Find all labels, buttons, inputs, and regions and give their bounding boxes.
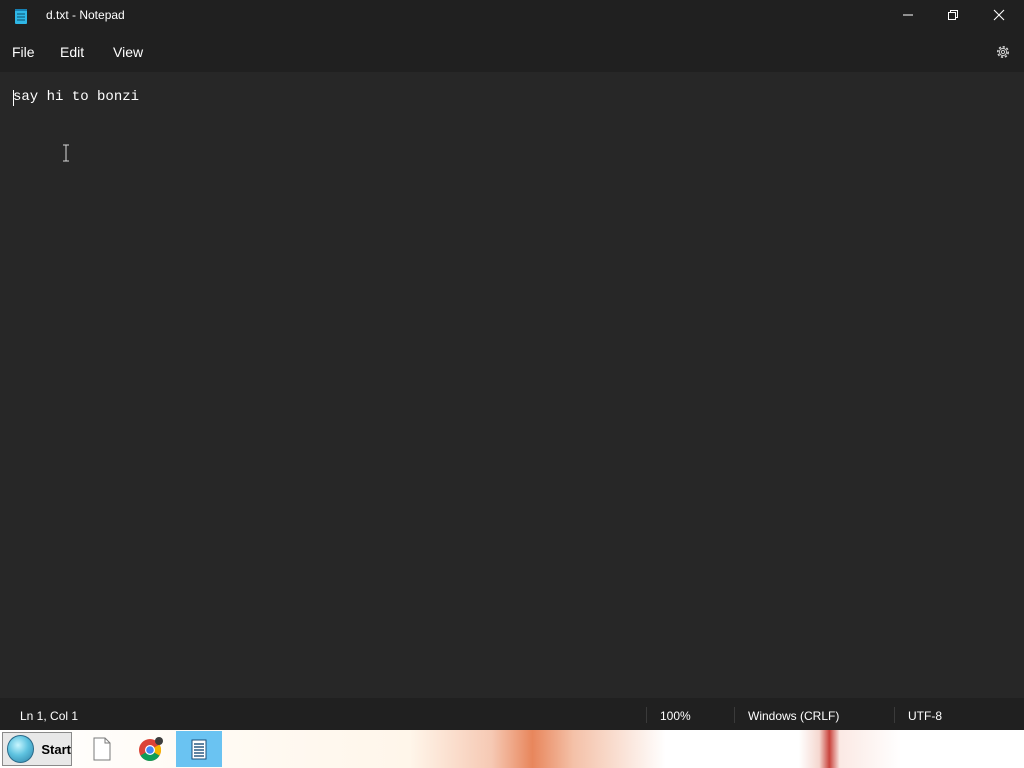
notepad-icon (191, 739, 207, 760)
status-divider (734, 707, 735, 723)
title-bar[interactable]: d.txt - Notepad (0, 0, 1024, 32)
menu-edit[interactable]: Edit (60, 44, 84, 60)
minimize-icon (903, 14, 913, 16)
taskbar: Start (0, 730, 1024, 768)
status-bar: Ln 1, Col 1 100% Windows (CRLF) UTF-8 (0, 698, 1024, 730)
blank-file-icon (93, 737, 111, 761)
close-button[interactable] (976, 0, 1022, 30)
start-button[interactable]: Start (2, 732, 72, 766)
cursor-position: Ln 1, Col 1 (20, 709, 79, 723)
file-encoding: UTF-8 (908, 709, 942, 723)
taskbar-item-chrome[interactable] (128, 731, 174, 767)
text-editor[interactable]: say hi to bonzi (0, 72, 1024, 697)
menu-view[interactable]: View (113, 44, 143, 60)
minimize-button[interactable] (885, 0, 931, 30)
notepad-icon (15, 9, 27, 24)
status-divider (894, 707, 895, 723)
line-ending: Windows (CRLF) (748, 709, 840, 723)
taskbar-item-notepad[interactable] (176, 731, 222, 767)
menu-file[interactable]: File (12, 44, 35, 60)
menu-bar: File Edit View (0, 32, 1024, 72)
editor-content: say hi to bonzi (13, 89, 140, 105)
restore-button[interactable] (930, 0, 976, 30)
notepad-window: d.txt - Notepad File Edit View say hi to… (0, 0, 1024, 730)
settings-button[interactable] (990, 42, 1016, 62)
window-title: d.txt - Notepad (46, 8, 125, 22)
zoom-level: 100% (660, 709, 691, 723)
start-orb-icon (7, 735, 35, 763)
restore-icon (948, 10, 958, 20)
status-divider (646, 707, 647, 723)
start-label: Start (41, 741, 71, 757)
gear-icon (997, 46, 1009, 58)
taskbar-item-file[interactable] (79, 731, 125, 767)
text-caret (13, 90, 14, 106)
close-icon (993, 9, 1005, 21)
ibeam-cursor-icon (63, 144, 69, 162)
chrome-icon (139, 737, 163, 761)
